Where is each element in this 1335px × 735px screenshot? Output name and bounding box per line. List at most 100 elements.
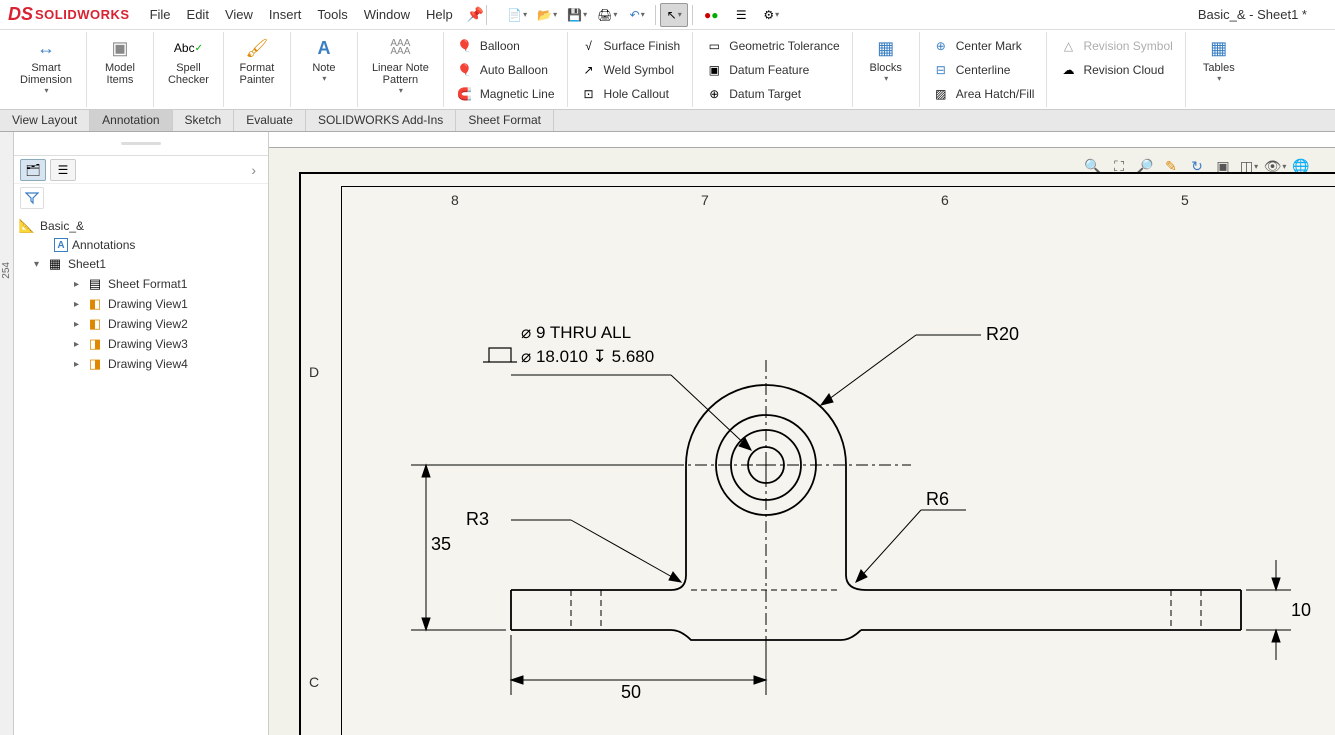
tables-button[interactable]: ▦ Tables ▾ xyxy=(1194,34,1244,85)
tab-evaluate[interactable]: Evaluate xyxy=(234,110,306,131)
center-mark-icon: ⊕ xyxy=(932,37,950,55)
tree-drawing-view2[interactable]: ▸ ◧ Drawing View2 xyxy=(14,314,268,334)
feature-tree: 📐 Basic_& A Annotations ▾ ▦ Sheet1 ▸ ▤ S… xyxy=(14,212,268,378)
options-button[interactable]: ☰ xyxy=(727,3,755,27)
pattern-icon: AAAAAA xyxy=(388,36,412,60)
dim-50: 50 xyxy=(621,682,641,702)
expand-toggle[interactable]: ▸ xyxy=(74,319,86,330)
datum-feature-button[interactable]: ▣ Datum Feature xyxy=(701,58,844,82)
expand-toggle[interactable]: ▸ xyxy=(74,279,86,290)
tree-drawing-view1[interactable]: ▸ ◧ Drawing View1 xyxy=(14,294,268,314)
new-button[interactable]: 📄▾ xyxy=(503,3,531,27)
menu-edit[interactable]: Edit xyxy=(187,7,209,22)
menu-help[interactable]: Help xyxy=(426,7,453,22)
menu-file[interactable]: File xyxy=(150,7,171,22)
tree-drawing-view3[interactable]: ▸ ◨ Drawing View3 xyxy=(14,334,268,354)
smart-dimension-button[interactable]: ↔ Smart Dimension ▾ xyxy=(14,34,78,97)
dim-r3: R3 xyxy=(466,509,489,529)
datum-target-button[interactable]: ⊕ Datum Target xyxy=(701,82,844,106)
surface-finish-icon: √ xyxy=(580,37,598,55)
weld-icon: ↗ xyxy=(580,61,598,79)
menu-insert[interactable]: Insert xyxy=(269,7,302,22)
tables-icon: ▦ xyxy=(1207,36,1231,60)
dimension-icon: ↔ xyxy=(34,36,58,60)
sheet-icon: ▦ xyxy=(46,256,64,272)
tab-addins[interactable]: SOLIDWORKS Add-Ins xyxy=(306,110,456,131)
tree-sheet1[interactable]: ▾ ▦ Sheet1 xyxy=(14,254,268,274)
property-tab[interactable]: ☰ xyxy=(50,159,76,181)
model-items-button[interactable]: ▣ Model Items xyxy=(95,34,145,88)
center-mark-button[interactable]: ⊕ Center Mark xyxy=(928,34,1039,58)
spell-check-icon: Abc✓ xyxy=(176,36,200,60)
hatch-icon: ▨ xyxy=(932,85,950,103)
tab-sheet-format[interactable]: Sheet Format xyxy=(456,110,554,131)
filter-icon[interactable] xyxy=(20,187,44,209)
document-title: Basic_& - Sheet1 * xyxy=(1198,7,1307,22)
menu-view[interactable]: View xyxy=(225,7,253,22)
main-area: 254 🗂 ☰ › 📐 Basic_& A Annotations ▾ ▦ Sh… xyxy=(0,132,1335,735)
logo-text: SOLIDWORKS xyxy=(35,7,130,22)
open-button[interactable]: 📂▾ xyxy=(533,3,561,27)
blocks-icon: ▦ xyxy=(874,36,898,60)
geometric-tolerance-button[interactable]: ▭ Geometric Tolerance xyxy=(701,34,844,58)
panel-collapse-arrow[interactable]: › xyxy=(245,162,262,178)
ribbon: ↔ Smart Dimension ▾ ▣ Model Items Abc✓ S… xyxy=(0,30,1335,110)
tab-annotation[interactable]: Annotation xyxy=(90,110,172,131)
balloon-icon: 🎈 xyxy=(456,37,474,55)
ribbon-tabs: View Layout Annotation Sketch Evaluate S… xyxy=(0,110,1335,132)
paintbrush-icon: 🖌 xyxy=(245,36,269,60)
menu-window[interactable]: Window xyxy=(364,7,410,22)
expand-toggle[interactable]: ▾ xyxy=(34,259,46,270)
tab-view-layout[interactable]: View Layout xyxy=(0,110,90,131)
dim-10: 10 xyxy=(1291,600,1311,620)
select-button[interactable]: ↖▾ xyxy=(660,3,688,27)
area-hatch-button[interactable]: ▨ Area Hatch/Fill xyxy=(928,82,1039,106)
drawing-view-icon: ◨ xyxy=(86,356,104,372)
drawing-view-icon: ◨ xyxy=(86,336,104,352)
rebuild-button[interactable]: ●● xyxy=(697,3,725,27)
balloon-button[interactable]: 🎈 Balloon xyxy=(452,34,559,58)
tree-drawing-view4[interactable]: ▸ ◨ Drawing View4 xyxy=(14,354,268,374)
format-painter-button[interactable]: 🖌 Format Painter xyxy=(232,34,282,88)
filter-row xyxy=(14,184,268,212)
centerline-button[interactable]: ⊟ Centerline xyxy=(928,58,1039,82)
revision-symbol-icon: △ xyxy=(1059,37,1077,55)
drawing-icon: 📐 xyxy=(18,218,36,234)
print-button[interactable]: 🖨▾ xyxy=(593,3,621,27)
note-button[interactable]: A Note ▾ xyxy=(299,34,349,85)
pin-icon[interactable]: 📌 xyxy=(467,6,484,23)
horizontal-ruler xyxy=(269,132,1335,148)
feature-tree-tab[interactable]: 🗂 xyxy=(20,159,46,181)
spell-checker-button[interactable]: Abc✓ Spell Checker xyxy=(162,34,215,88)
blocks-button[interactable]: ▦ Blocks ▾ xyxy=(861,34,911,85)
drawing-canvas[interactable]: 🔍 ⛶ 🔎 ✎ ↻ ▣ ◫▾ 👁▾ 🌐 8 7 6 5 D C xyxy=(269,132,1335,735)
drawing-view[interactable]: 35 50 xyxy=(371,230,1335,735)
save-button[interactable]: 💾▾ xyxy=(563,3,591,27)
settings-button[interactable]: ⚙▾ xyxy=(757,3,785,27)
revision-cloud-button[interactable]: ☁ Revision Cloud xyxy=(1055,58,1176,82)
hole-callout-line2: ⌀ 18.010 ↧ 5.680 xyxy=(521,347,654,366)
dim-35: 35 xyxy=(431,534,451,554)
surface-finish-button[interactable]: √ Surface Finish xyxy=(576,34,685,58)
drawing-sheet: 8 7 6 5 D C xyxy=(299,172,1335,735)
expand-toggle[interactable]: ▸ xyxy=(74,339,86,350)
tree-annotations[interactable]: A Annotations xyxy=(14,236,268,254)
drawing-view-icon: ◧ xyxy=(86,296,104,312)
panel-drag-handle[interactable] xyxy=(14,132,268,156)
dim-r6: R6 xyxy=(926,489,949,509)
expand-toggle[interactable]: ▸ xyxy=(74,299,86,310)
sheet-format-icon: ▤ xyxy=(86,276,104,292)
tree-sheet-format1[interactable]: ▸ ▤ Sheet Format1 xyxy=(14,274,268,294)
menu-tools[interactable]: Tools xyxy=(317,7,347,22)
linear-note-pattern-button[interactable]: AAAAAA Linear Note Pattern ▾ xyxy=(366,34,435,97)
tab-sketch[interactable]: Sketch xyxy=(173,110,235,131)
weld-symbol-button[interactable]: ↗ Weld Symbol xyxy=(576,58,685,82)
undo-button[interactable]: ↶▾ xyxy=(623,3,651,27)
revision-symbol-button: △ Revision Symbol xyxy=(1055,34,1176,58)
auto-balloon-icon: 🎈 xyxy=(456,61,474,79)
expand-toggle[interactable]: ▸ xyxy=(74,359,86,370)
auto-balloon-button[interactable]: 🎈 Auto Balloon xyxy=(452,58,559,82)
magnetic-line-button[interactable]: 🧲 Magnetic Line xyxy=(452,82,559,106)
hole-callout-button[interactable]: ⊡ Hole Callout xyxy=(576,82,685,106)
tree-root[interactable]: 📐 Basic_& xyxy=(14,216,268,236)
